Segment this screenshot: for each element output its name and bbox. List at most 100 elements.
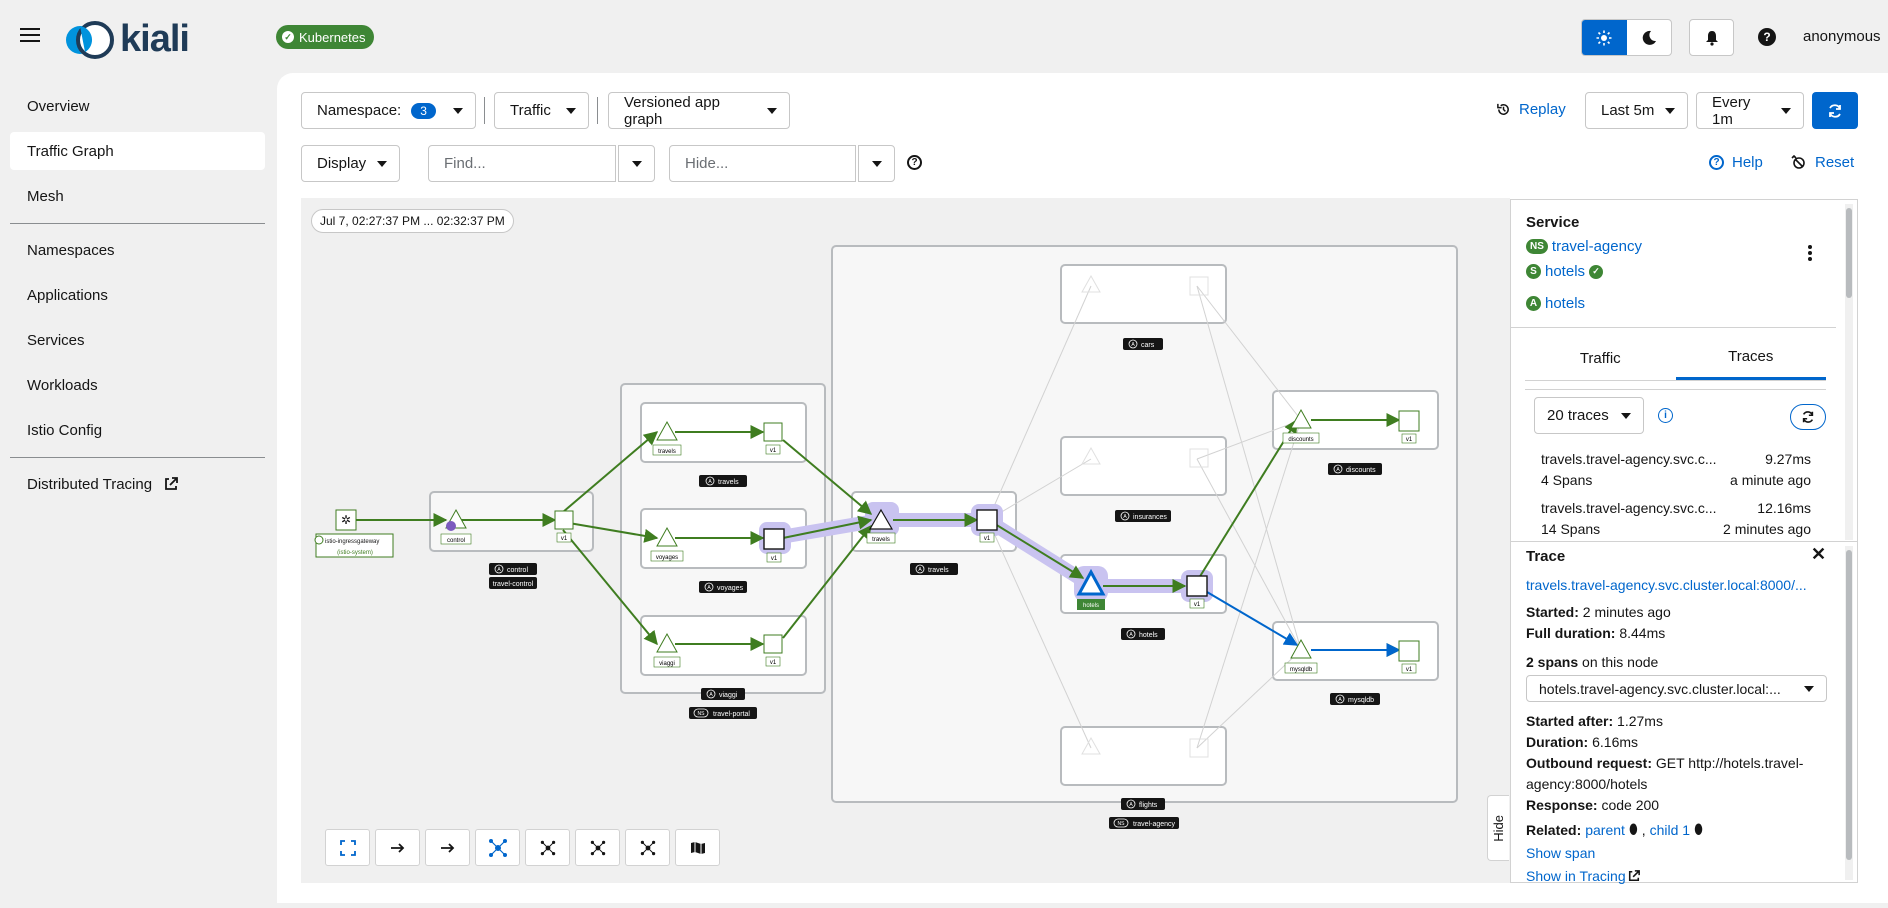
sun-icon	[1596, 30, 1612, 45]
sidebar-item-services[interactable]: Services	[10, 321, 265, 359]
app-link[interactable]: hotels	[1545, 295, 1585, 312]
hotels-v1-node[interactable]	[1186, 575, 1208, 597]
sidebar-item-label: Distributed Tracing	[27, 475, 153, 493]
help-icon[interactable]: ?	[1758, 28, 1776, 46]
viaggi-label: viaggi	[659, 661, 675, 667]
layout-3-button[interactable]	[525, 829, 570, 866]
span-select-value: hotels.travel-agency.svc.cluster.local:.…	[1539, 680, 1781, 697]
spans-on-node: 2 spans on this node	[1526, 654, 1659, 670]
traffic-dropdown[interactable]: Traffic	[494, 92, 589, 129]
trace-name: travels.travel-agency.svc.c...	[1541, 451, 1717, 467]
map-marker-icon: ⬮	[1694, 821, 1703, 837]
namespace-link[interactable]: travel-agency	[1552, 238, 1642, 255]
trace-link[interactable]: travels.travel-agency.svc.cluster.local:…	[1526, 577, 1807, 593]
replay-button[interactable]: Replay	[1496, 101, 1566, 118]
trace-spans: 14 Spans	[1541, 521, 1601, 537]
duration-dropdown[interactable]: Last 5m	[1585, 92, 1688, 129]
layout-1-button[interactable]	[425, 829, 470, 866]
sidebar-item-traffic-graph[interactable]: Traffic Graph	[10, 132, 265, 170]
chevron-down-icon	[871, 160, 882, 167]
travel-control-ns-label: travel-control	[493, 581, 534, 588]
trace-list-item[interactable]: travels.travel-agency.svc.c... 9.27ms	[1541, 451, 1811, 467]
app-badge: A	[1526, 296, 1541, 311]
layout-2-button[interactable]	[475, 829, 520, 866]
toolbar-divider	[484, 97, 485, 124]
topology-icon	[540, 840, 555, 855]
layout-4-button[interactable]	[575, 829, 620, 866]
travels-v1-node[interactable]	[976, 509, 998, 531]
cars-box-label: cars	[1141, 342, 1155, 349]
trace-list-item[interactable]: travels.travel-agency.svc.c... 12.16ms	[1541, 500, 1811, 516]
reset-button[interactable]: Reset	[1791, 154, 1854, 171]
travels-portal-v1-node[interactable]	[763, 422, 783, 442]
hide-options-toggle[interactable]	[858, 145, 895, 182]
hamburger-menu-icon[interactable]	[20, 24, 40, 48]
control-v1-node[interactable]	[554, 510, 574, 530]
sync-icon	[1802, 411, 1814, 423]
map-icon	[690, 841, 705, 854]
sidebar-item-workloads[interactable]: Workloads	[10, 366, 265, 404]
display-dropdown[interactable]: Display	[301, 145, 400, 182]
scrollbar-thumb[interactable]	[1846, 208, 1852, 298]
scrollbar-thumb[interactable]	[1846, 550, 1852, 860]
find-help-icon[interactable]: ?	[907, 155, 922, 170]
sidebar-item-overview[interactable]: Overview	[10, 87, 265, 125]
user-menu[interactable]: anonymous	[1803, 28, 1881, 45]
svg-text:NS: NS	[698, 711, 706, 717]
related-child-link[interactable]: child 1	[1650, 822, 1690, 838]
sidebar-item-applications[interactable]: Applications	[10, 276, 265, 314]
dark-theme-button[interactable]	[1627, 20, 1672, 55]
external-link-icon	[165, 477, 178, 490]
mysqldb-v1-node[interactable]	[1398, 640, 1420, 662]
kebab-menu-icon[interactable]	[1807, 245, 1813, 261]
graph-type-dropdown[interactable]: Versioned app graph	[608, 92, 790, 129]
cars-app-box[interactable]	[1060, 264, 1227, 324]
find-options-toggle[interactable]	[618, 145, 655, 182]
close-icon[interactable]: ✕	[1811, 544, 1826, 565]
voyages-v1-node[interactable]	[763, 528, 785, 550]
layout-default-button[interactable]	[375, 829, 420, 866]
light-theme-button[interactable]	[1582, 20, 1627, 55]
viaggi-v1-node[interactable]	[763, 634, 783, 654]
namespace-dropdown[interactable]: Namespace: 3	[301, 92, 476, 129]
hide-panel-tab[interactable]: Hide	[1487, 795, 1509, 861]
display-label: Display	[317, 155, 367, 172]
find-input[interactable]: Find...	[428, 145, 616, 182]
flights-box-label: flights	[1139, 802, 1158, 809]
chevron-down-icon	[1781, 107, 1791, 114]
help-button[interactable]: ? Help	[1709, 154, 1763, 171]
zoom-to-fit-button[interactable]	[325, 829, 370, 866]
show-span-link[interactable]: Show span	[1526, 845, 1595, 861]
trace-count-dropdown[interactable]: 20 traces	[1534, 397, 1644, 434]
theme-toggle[interactable]	[1581, 19, 1672, 56]
traffic-graph-canvas[interactable]: ✲ istio-ingressgateway (istio-system) co…	[301, 198, 1510, 883]
legend-button[interactable]	[675, 829, 720, 866]
related-parent-link[interactable]: parent	[1585, 822, 1625, 838]
notifications-button[interactable]	[1689, 19, 1734, 56]
app-row: A hotels	[1526, 295, 1585, 312]
show-in-tracing-link[interactable]: Show in Tracing	[1526, 868, 1626, 884]
chevron-down-icon	[631, 160, 642, 167]
layout-5-button[interactable]	[625, 829, 670, 866]
kiali-logo[interactable]: kiali	[64, 18, 190, 61]
hide-input[interactable]: Hide...	[669, 145, 856, 182]
discounts-v1-node[interactable]	[1398, 410, 1420, 432]
sidebar-item-istio-config[interactable]: Istio Config	[10, 411, 265, 449]
sidebar-item-namespaces[interactable]: Namespaces	[10, 231, 265, 269]
refresh-interval-dropdown[interactable]: Every 1m	[1696, 92, 1804, 129]
info-icon[interactable]: i	[1658, 408, 1673, 423]
span-select[interactable]: hotels.travel-agency.svc.cluster.local:.…	[1526, 675, 1827, 702]
tab-traces[interactable]: Traces	[1675, 336, 1826, 380]
check-icon: ✓	[282, 31, 294, 43]
tab-traffic[interactable]: Traffic	[1525, 336, 1676, 380]
topology-icon	[590, 840, 605, 855]
service-link[interactable]: hotels	[1545, 263, 1585, 280]
refresh-button[interactable]	[1812, 92, 1858, 129]
trace-age: a minute ago	[1730, 472, 1811, 488]
voyages-v1-label: v1	[771, 556, 778, 562]
kiali-logo-icon	[66, 20, 114, 59]
sidebar-item-distributed-tracing[interactable]: Distributed Tracing	[10, 465, 265, 503]
sidebar-item-mesh[interactable]: Mesh	[10, 177, 265, 215]
insurances-box-label: insurances	[1133, 514, 1167, 521]
refresh-traces-button[interactable]	[1790, 404, 1826, 430]
